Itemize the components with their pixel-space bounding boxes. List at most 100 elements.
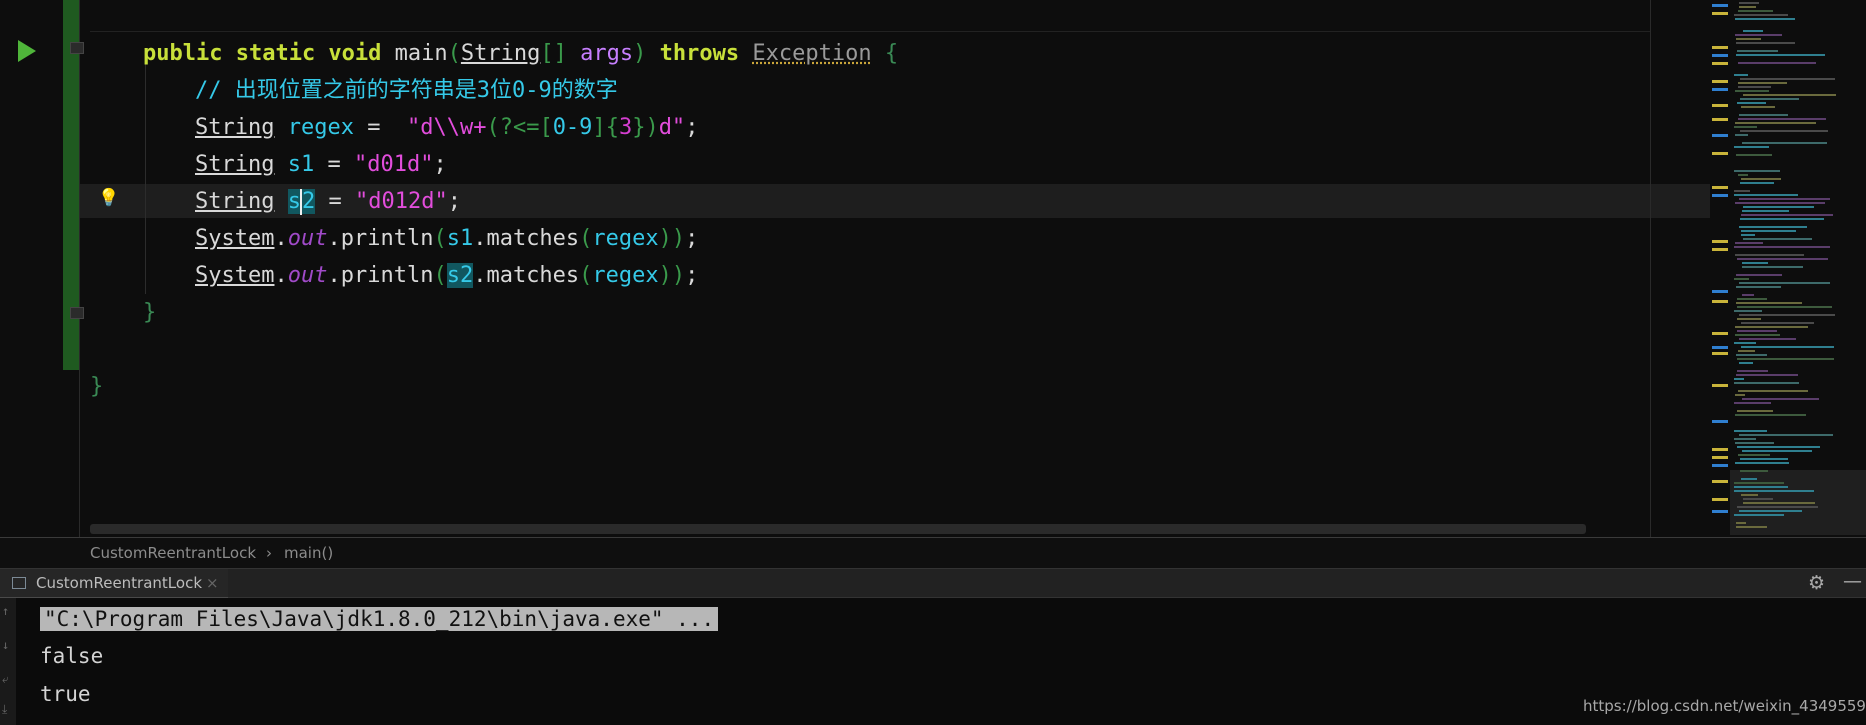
s2-value: "d012d" [354, 189, 448, 214]
minimap-line [1743, 238, 1812, 240]
minimap-line [1738, 350, 1755, 352]
scroll-to-end-icon[interactable]: ⤓ [2, 702, 7, 717]
minimap-line [1738, 86, 1771, 88]
minimap-line [1735, 462, 1789, 464]
minimap-line [1739, 6, 1756, 8]
minimap-line [1736, 374, 1798, 376]
minimap-line [1741, 178, 1781, 180]
horizontal-scrollbar[interactable] [90, 524, 1586, 534]
run-icon[interactable] [18, 40, 36, 62]
close-paren: ) [671, 226, 686, 251]
gear-icon[interactable]: ⚙ [1808, 572, 1825, 594]
code-comment: // 出现位置之前的字符串是3位0-9的数字 [195, 78, 618, 103]
assign-op: = [315, 189, 355, 214]
system-class: System [195, 263, 275, 288]
minimap-line [1734, 190, 1750, 192]
minimap-marker [1712, 152, 1728, 155]
fold-end-icon[interactable] [70, 307, 84, 319]
system-class: System [195, 226, 275, 251]
matches-method: matches [486, 263, 580, 288]
minimap-line [1743, 30, 1763, 32]
minimap-line [1738, 82, 1787, 84]
minimap-line [1734, 378, 1744, 380]
minimap-marker [1712, 88, 1728, 91]
code-line-regex[interactable]: String regex = "d\\w+(?<=[0-9]{3})d"; [195, 111, 698, 145]
minimap-line [1741, 214, 1833, 216]
minimap-line [1741, 106, 1775, 108]
s2-var-highlight: s2 [287, 189, 316, 215]
string-type: String [195, 152, 275, 177]
breadcrumb-class[interactable]: CustomReentrantLock [90, 544, 256, 562]
code-line-method-close[interactable]: } [143, 296, 156, 330]
minimap-line [1734, 246, 1830, 248]
scroll-down-icon[interactable]: ↓ [2, 638, 9, 652]
code-line-s1[interactable]: String s1 = "d01d"; [195, 148, 447, 182]
lightbulb-icon[interactable]: 💡 [98, 188, 119, 208]
close-tab-icon[interactable]: × [206, 574, 219, 592]
minimap-line [1734, 430, 1767, 432]
minimap-line [1742, 142, 1827, 144]
minimap[interactable] [1710, 0, 1866, 537]
code-line-s2[interactable]: String s2 = "d012d"; [195, 185, 461, 219]
code-line-println-s2[interactable]: System.out.println(s2.matches(regex)); [195, 259, 698, 293]
minimap-line [1736, 354, 1767, 356]
console-gutter: ↑ ↓ ⤶ ⤓ [0, 598, 16, 725]
minimize-icon[interactable]: — [1843, 570, 1862, 592]
minimap-line [1736, 274, 1782, 276]
minimap-marker [1712, 4, 1728, 7]
code-line-println-s1[interactable]: System.out.println(s1.matches(regex)); [195, 222, 698, 256]
breadcrumb-method[interactable]: main() [284, 544, 333, 562]
editor-gutter[interactable] [0, 0, 62, 537]
minimap-line [1734, 342, 1756, 344]
open-paren: ( [579, 263, 593, 288]
code-line-method-signature[interactable]: public static void main(String[] args) t… [143, 37, 898, 71]
minimap-line [1735, 134, 1748, 136]
regex-ref: regex [592, 263, 659, 288]
minimap-line [1737, 318, 1761, 320]
minimap-line [1734, 278, 1749, 280]
minimap-marker [1712, 464, 1728, 467]
close-paren: ) [658, 226, 672, 251]
code-line-class-close[interactable]: } [90, 370, 103, 404]
minimap-marker [1712, 352, 1728, 355]
minimap-line [1741, 230, 1796, 232]
minimap-line [1735, 242, 1763, 244]
minimap-line [1738, 454, 1770, 456]
minimap-marker [1712, 384, 1728, 387]
assign-op: = [314, 152, 354, 177]
code-editor[interactable]: 💡 public static void main(String[] args)… [0, 0, 1866, 537]
minimap-line [1734, 146, 1769, 148]
minimap-line [1742, 266, 1803, 268]
minimap-line [1734, 194, 1798, 196]
method-modifiers: public static void [143, 41, 382, 66]
regex-str-close: d" [658, 115, 686, 140]
minimap-marker [1712, 240, 1728, 243]
s2-ref-highlight: s2 [446, 263, 474, 288]
regex-range: 0-9 [552, 115, 593, 140]
param-type: String [460, 41, 541, 66]
soft-wrap-icon[interactable]: ⤶ [2, 672, 9, 687]
s1-ref: s1 [446, 226, 474, 251]
minimap-line [1737, 330, 1777, 332]
semicolon: ; [433, 152, 447, 177]
minimap-line [1741, 494, 1758, 496]
code-line-comment[interactable]: // 出现位置之前的字符串是3位0-9的数字 [195, 74, 618, 108]
minimap-marker [1712, 448, 1728, 451]
regex-var: regex [287, 115, 354, 140]
regex-rbrace: } [632, 115, 646, 140]
scroll-up-icon[interactable]: ↑ [2, 604, 9, 618]
minimap-line [1740, 98, 1799, 100]
right-margin-line [1650, 0, 1651, 537]
dot: . [473, 226, 487, 251]
regex-lookbehind: (?<= [486, 115, 540, 140]
minimap-line [1740, 218, 1824, 220]
minimap-line [1737, 446, 1820, 448]
minimap-line [1735, 442, 1774, 444]
dot: . [327, 226, 341, 251]
minimap-line [1739, 362, 1753, 364]
run-tab[interactable]: CustomReentrantLock × [0, 569, 228, 599]
minimap-line [1737, 298, 1767, 300]
fold-start-icon[interactable] [70, 42, 84, 54]
println-method: println [340, 263, 434, 288]
minimap-line [1734, 514, 1784, 516]
